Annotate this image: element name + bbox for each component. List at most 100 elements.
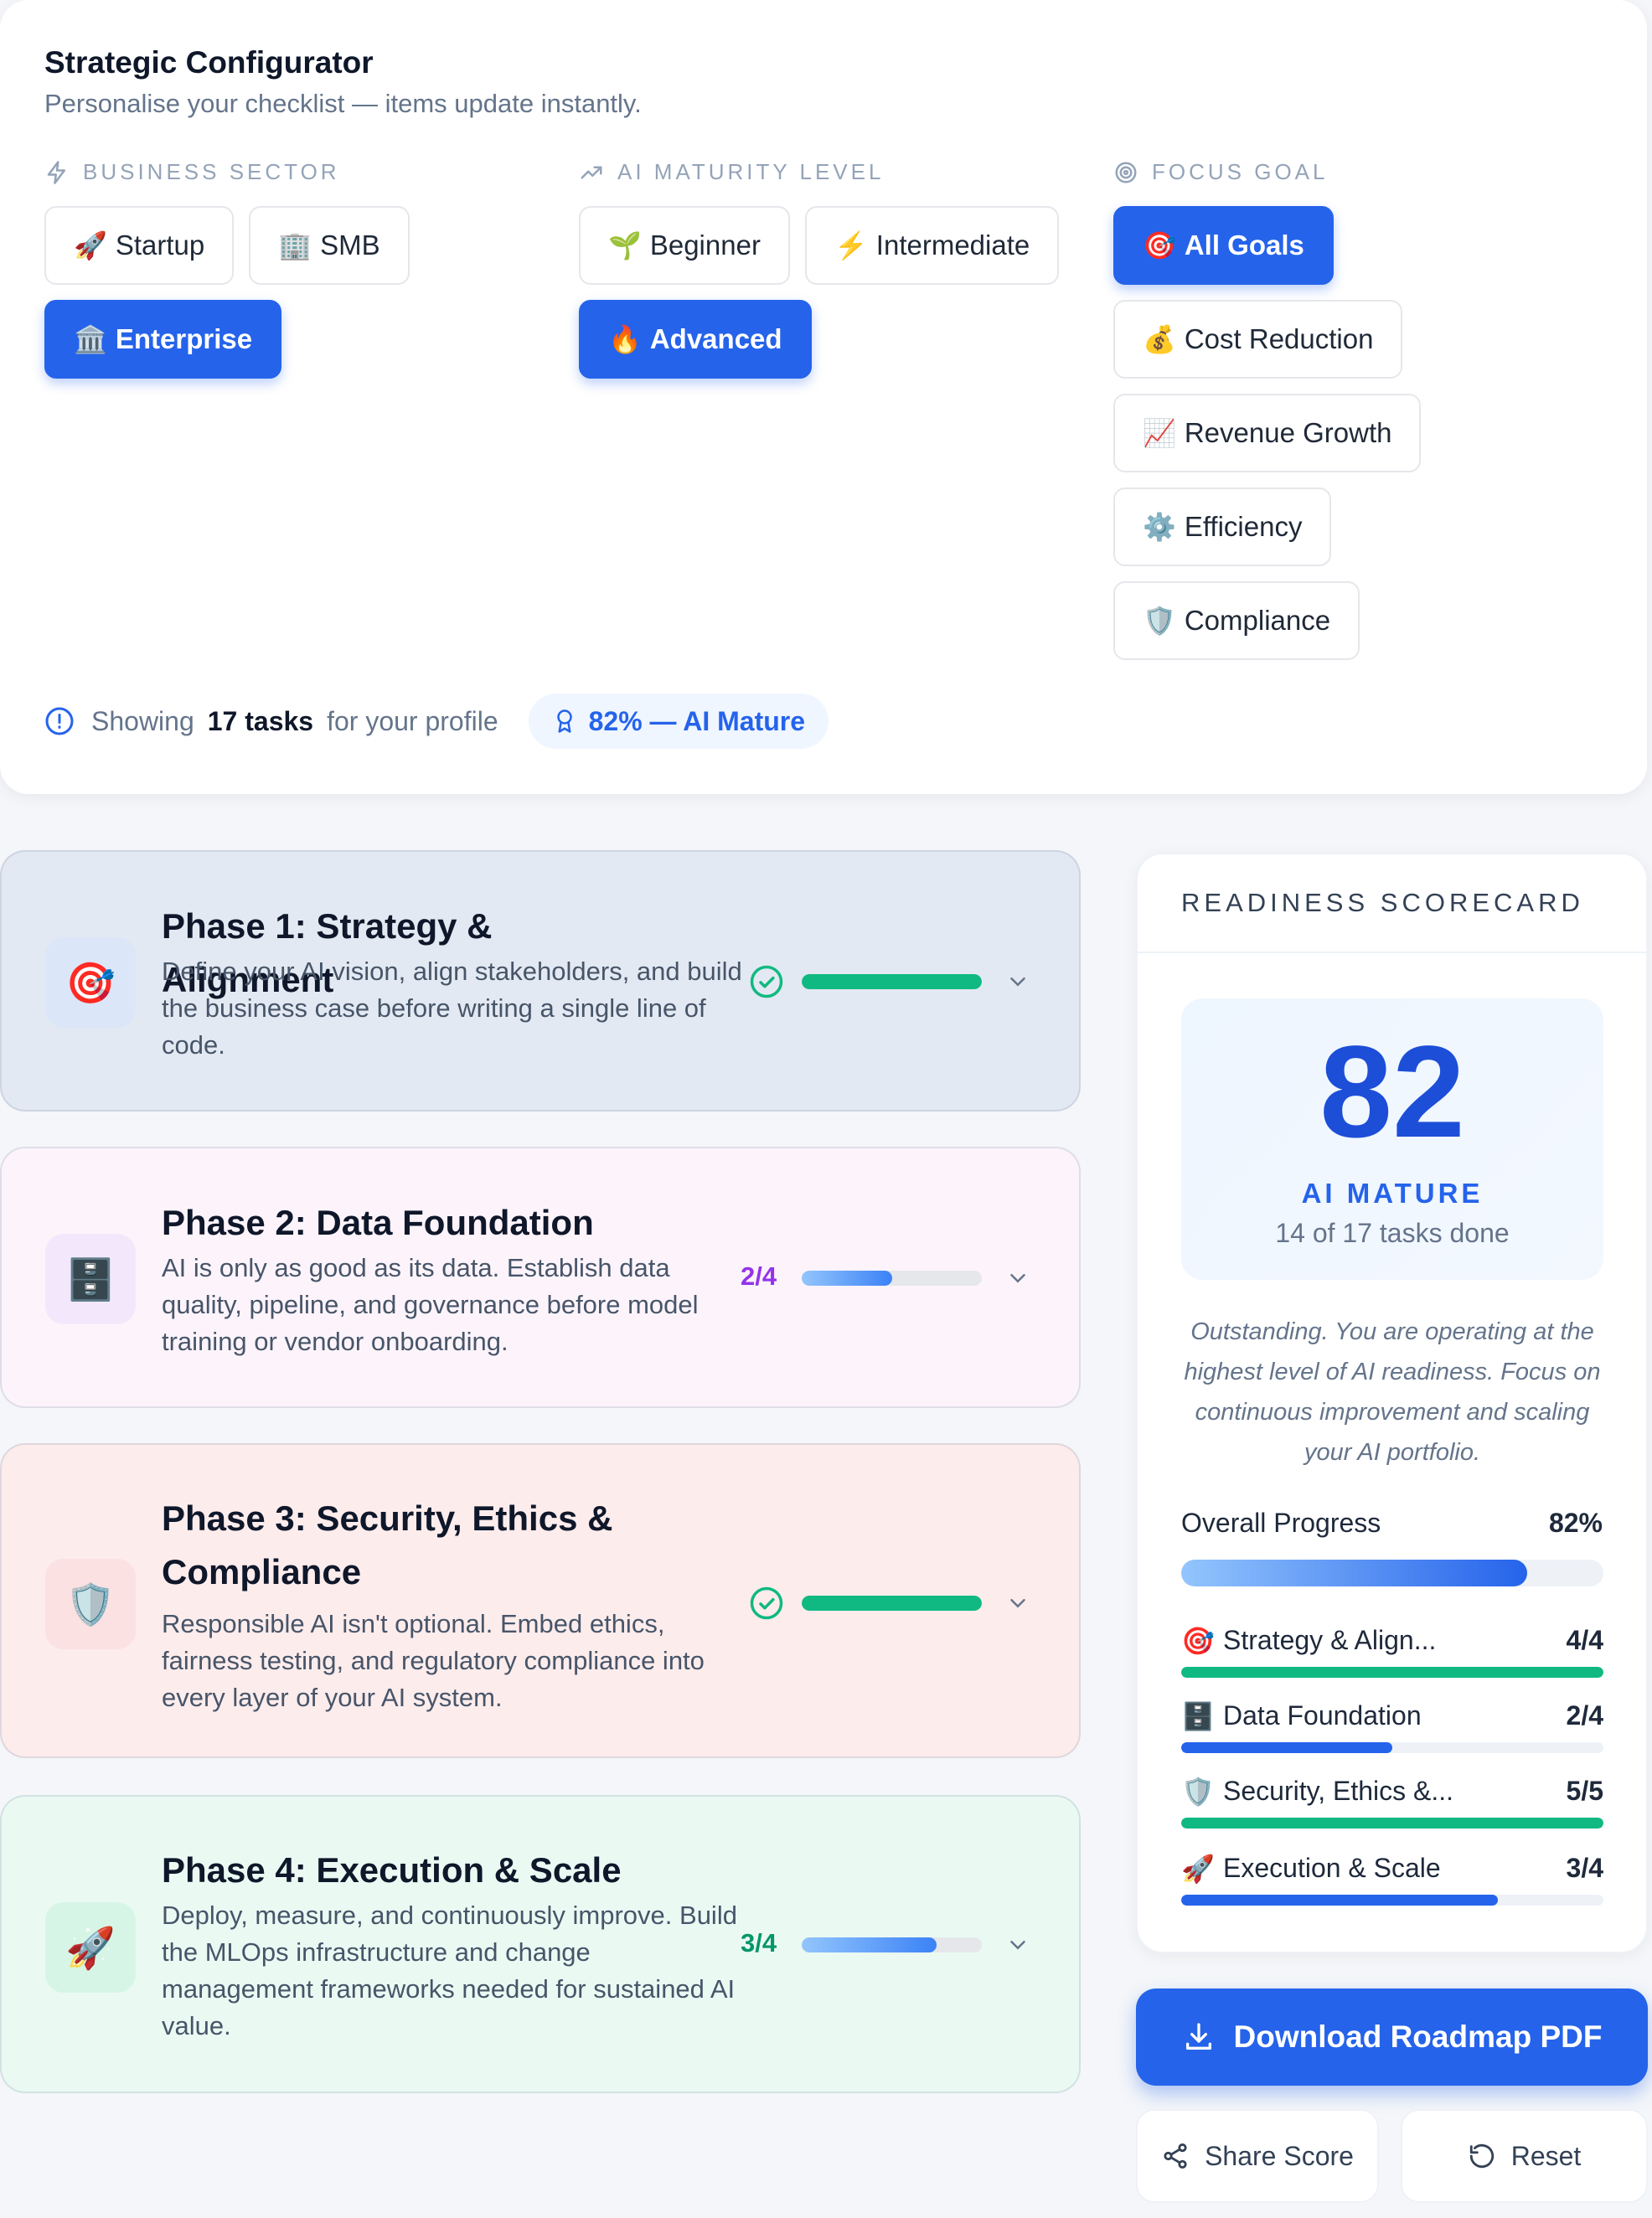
phase-progress-bar — [802, 1271, 982, 1286]
configurator-subtitle: Personalise your checklist — items updat… — [44, 89, 642, 118]
maturity-pill: 82% — AI Mature — [528, 694, 829, 749]
task-count: 17 tasks — [207, 705, 314, 736]
shield-icon: 🛡️ — [45, 1559, 136, 1649]
phase-progress-bar — [802, 1937, 982, 1952]
check-circle-icon — [750, 1586, 783, 1620]
seedling-icon: 🌱 — [608, 230, 642, 260]
mini-progress-fill — [1181, 1667, 1603, 1678]
overall-progress-fill — [1181, 1560, 1528, 1586]
configurator-card: Strategic Configurator Personalise your … — [0, 0, 1647, 794]
phase-card-execution[interactable]: 🚀 Phase 4: Execution & Scale Deploy, mea… — [0, 1795, 1081, 2093]
phase-card-strategy[interactable]: 🎯 Phase 1: Strategy & Alignment Define y… — [0, 850, 1081, 1112]
phase-title: Phase 2: Data Foundation — [162, 1203, 594, 1242]
target-icon: 🎯 — [45, 937, 136, 1028]
reset-button[interactable]: Reset — [1401, 2109, 1648, 2203]
mini-progress-fill — [1181, 1895, 1498, 1906]
mini-progress-bar — [1181, 1818, 1603, 1829]
sector-label: BUSINESS SECTOR — [44, 159, 340, 185]
score-value: 82 — [1319, 1019, 1465, 1165]
chevron-down-icon[interactable] — [1005, 1591, 1030, 1616]
target-icon: 🎯 — [1143, 230, 1176, 260]
maturity-label: AI MATURITY LEVEL — [579, 159, 884, 185]
target-icon: 🎯 — [1181, 1626, 1215, 1656]
phase-progress-fill — [802, 1596, 982, 1611]
score-row-security: 🛡️ Security, Ethics &... 5/5 — [1181, 1769, 1603, 1829]
lightning-icon: ⚡ — [834, 230, 868, 260]
divider — [1138, 952, 1646, 953]
sector-options: 🚀 Startup 🏢 SMB 🏛️ Enterprise — [44, 206, 463, 379]
mini-progress-bar — [1181, 1895, 1603, 1906]
showing-suffix: for your profile — [327, 705, 498, 736]
phase-description: Deploy, measure, and continuously improv… — [162, 1901, 737, 2040]
overall-progress-label: Overall Progress — [1181, 1508, 1381, 1538]
phase-progress-bar — [802, 1596, 982, 1611]
phase-card-data[interactable]: 🗄️ Phase 2: Data Foundation AI is only a… — [0, 1147, 1081, 1408]
mini-progress-bar — [1181, 1667, 1603, 1678]
score-level: AI MATURE — [1301, 1178, 1484, 1209]
chevron-down-icon[interactable] — [1005, 969, 1030, 994]
maturity-options: 🌱 Beginner ⚡ Intermediate 🔥 Advanced — [579, 206, 1082, 379]
target-icon — [1115, 162, 1137, 183]
tasks-done: 14 of 17 tasks done — [1275, 1218, 1510, 1248]
phase-title: Phase 4: Execution & Scale — [162, 1850, 622, 1890]
score-row-strategy: 🎯 Strategy & Align... 4/4 — [1181, 1618, 1603, 1678]
phase-progress-fill — [802, 974, 982, 989]
scorecard-heading: READINESS SCORECARD — [1181, 888, 1584, 917]
score-box: 82 AI MATURE 14 of 17 tasks done — [1181, 998, 1603, 1280]
phase-title: Phase 3: Security, Ethics & Compliance — [162, 1498, 613, 1591]
goal-option-revenue-growth[interactable]: 📈 Revenue Growth — [1113, 394, 1422, 472]
phase-progress-fill — [802, 1271, 892, 1286]
file-cabinet-icon: 🗄️ — [45, 1234, 136, 1324]
sector-option-startup[interactable]: 🚀 Startup — [44, 206, 235, 285]
download-roadmap-button[interactable]: Download Roadmap PDF — [1136, 1988, 1648, 2086]
phase-status: 2/4 — [741, 1261, 777, 1291]
readiness-scorecard: READINESS SCORECARD 82 AI MATURE 14 of 1… — [1136, 853, 1648, 1953]
classical-building-icon: 🏛️ — [74, 324, 107, 354]
reset-icon — [1469, 2143, 1494, 2169]
mini-progress-fill — [1181, 1742, 1392, 1753]
phase-card-security[interactable]: 🛡️ Phase 3: Security, Ethics & Complianc… — [0, 1443, 1081, 1758]
shield-icon: 🛡️ — [1181, 1777, 1215, 1807]
money-bag-icon: 💰 — [1143, 324, 1176, 354]
showing-prefix: Showing — [91, 705, 194, 736]
chart-up-icon: 📈 — [1143, 418, 1176, 448]
maturity-option-intermediate[interactable]: ⚡ Intermediate — [804, 206, 1060, 285]
goal-option-compliance[interactable]: 🛡️ Compliance — [1113, 581, 1360, 660]
info-icon — [45, 707, 74, 735]
check-circle-icon — [750, 965, 783, 998]
goal-option-efficiency[interactable]: ⚙️ Efficiency — [1113, 487, 1332, 566]
chevron-down-icon[interactable] — [1005, 1932, 1030, 1958]
rocket-icon: 🚀 — [74, 230, 107, 260]
score-row-data: 🗄️ Data Foundation 2/4 — [1181, 1694, 1603, 1753]
phase-description: AI is only as good as its data. Establis… — [162, 1253, 699, 1356]
shield-icon: 🛡️ — [1143, 606, 1176, 636]
goal-options: 🎯 All Goals 💰 Cost Reduction 📈 Revenue Grow… — [1113, 206, 1422, 660]
download-icon — [1185, 2023, 1211, 2050]
score-message: Outstanding. You are operating at the hi… — [1184, 1318, 1601, 1466]
mini-progress-bar — [1181, 1742, 1603, 1753]
award-icon — [556, 709, 572, 733]
file-cabinet-icon: 🗄️ — [1181, 1701, 1215, 1731]
chevron-down-icon[interactable] — [1005, 1266, 1030, 1291]
overall-progress-bar — [1181, 1560, 1603, 1586]
profile-summary: Showing 17 tasks for your profile 82% — … — [44, 694, 829, 749]
goal-option-cost-reduction[interactable]: 💰 Cost Reduction — [1113, 300, 1403, 379]
sector-option-enterprise[interactable]: 🏛️ Enterprise — [44, 300, 282, 379]
phase-progress-fill — [802, 1937, 937, 1952]
maturity-option-advanced[interactable]: 🔥 Advanced — [579, 300, 812, 379]
phase-status: 3/4 — [741, 1928, 777, 1958]
share-icon — [1164, 2143, 1187, 2169]
phase-description: Define your AI vision, align stakeholder… — [162, 957, 742, 1060]
maturity-option-beginner[interactable]: 🌱 Beginner — [579, 206, 790, 285]
overall-progress-value: 82% — [1548, 1508, 1603, 1538]
configurator-title: Strategic Configurator — [44, 45, 374, 80]
trending-up-icon — [581, 166, 602, 178]
share-score-button[interactable]: Share Score — [1136, 2109, 1379, 2203]
rocket-icon: 🚀 — [45, 1902, 136, 1993]
goal-option-all-goals[interactable]: 🎯 All Goals — [1113, 206, 1334, 285]
fire-icon: 🔥 — [608, 324, 642, 354]
sector-option-smb[interactable]: 🏢 SMB — [249, 206, 410, 285]
rocket-icon: 🚀 — [1181, 1854, 1215, 1884]
goal-label: FOCUS GOAL — [1113, 159, 1328, 185]
phase-progress-bar — [802, 974, 982, 989]
